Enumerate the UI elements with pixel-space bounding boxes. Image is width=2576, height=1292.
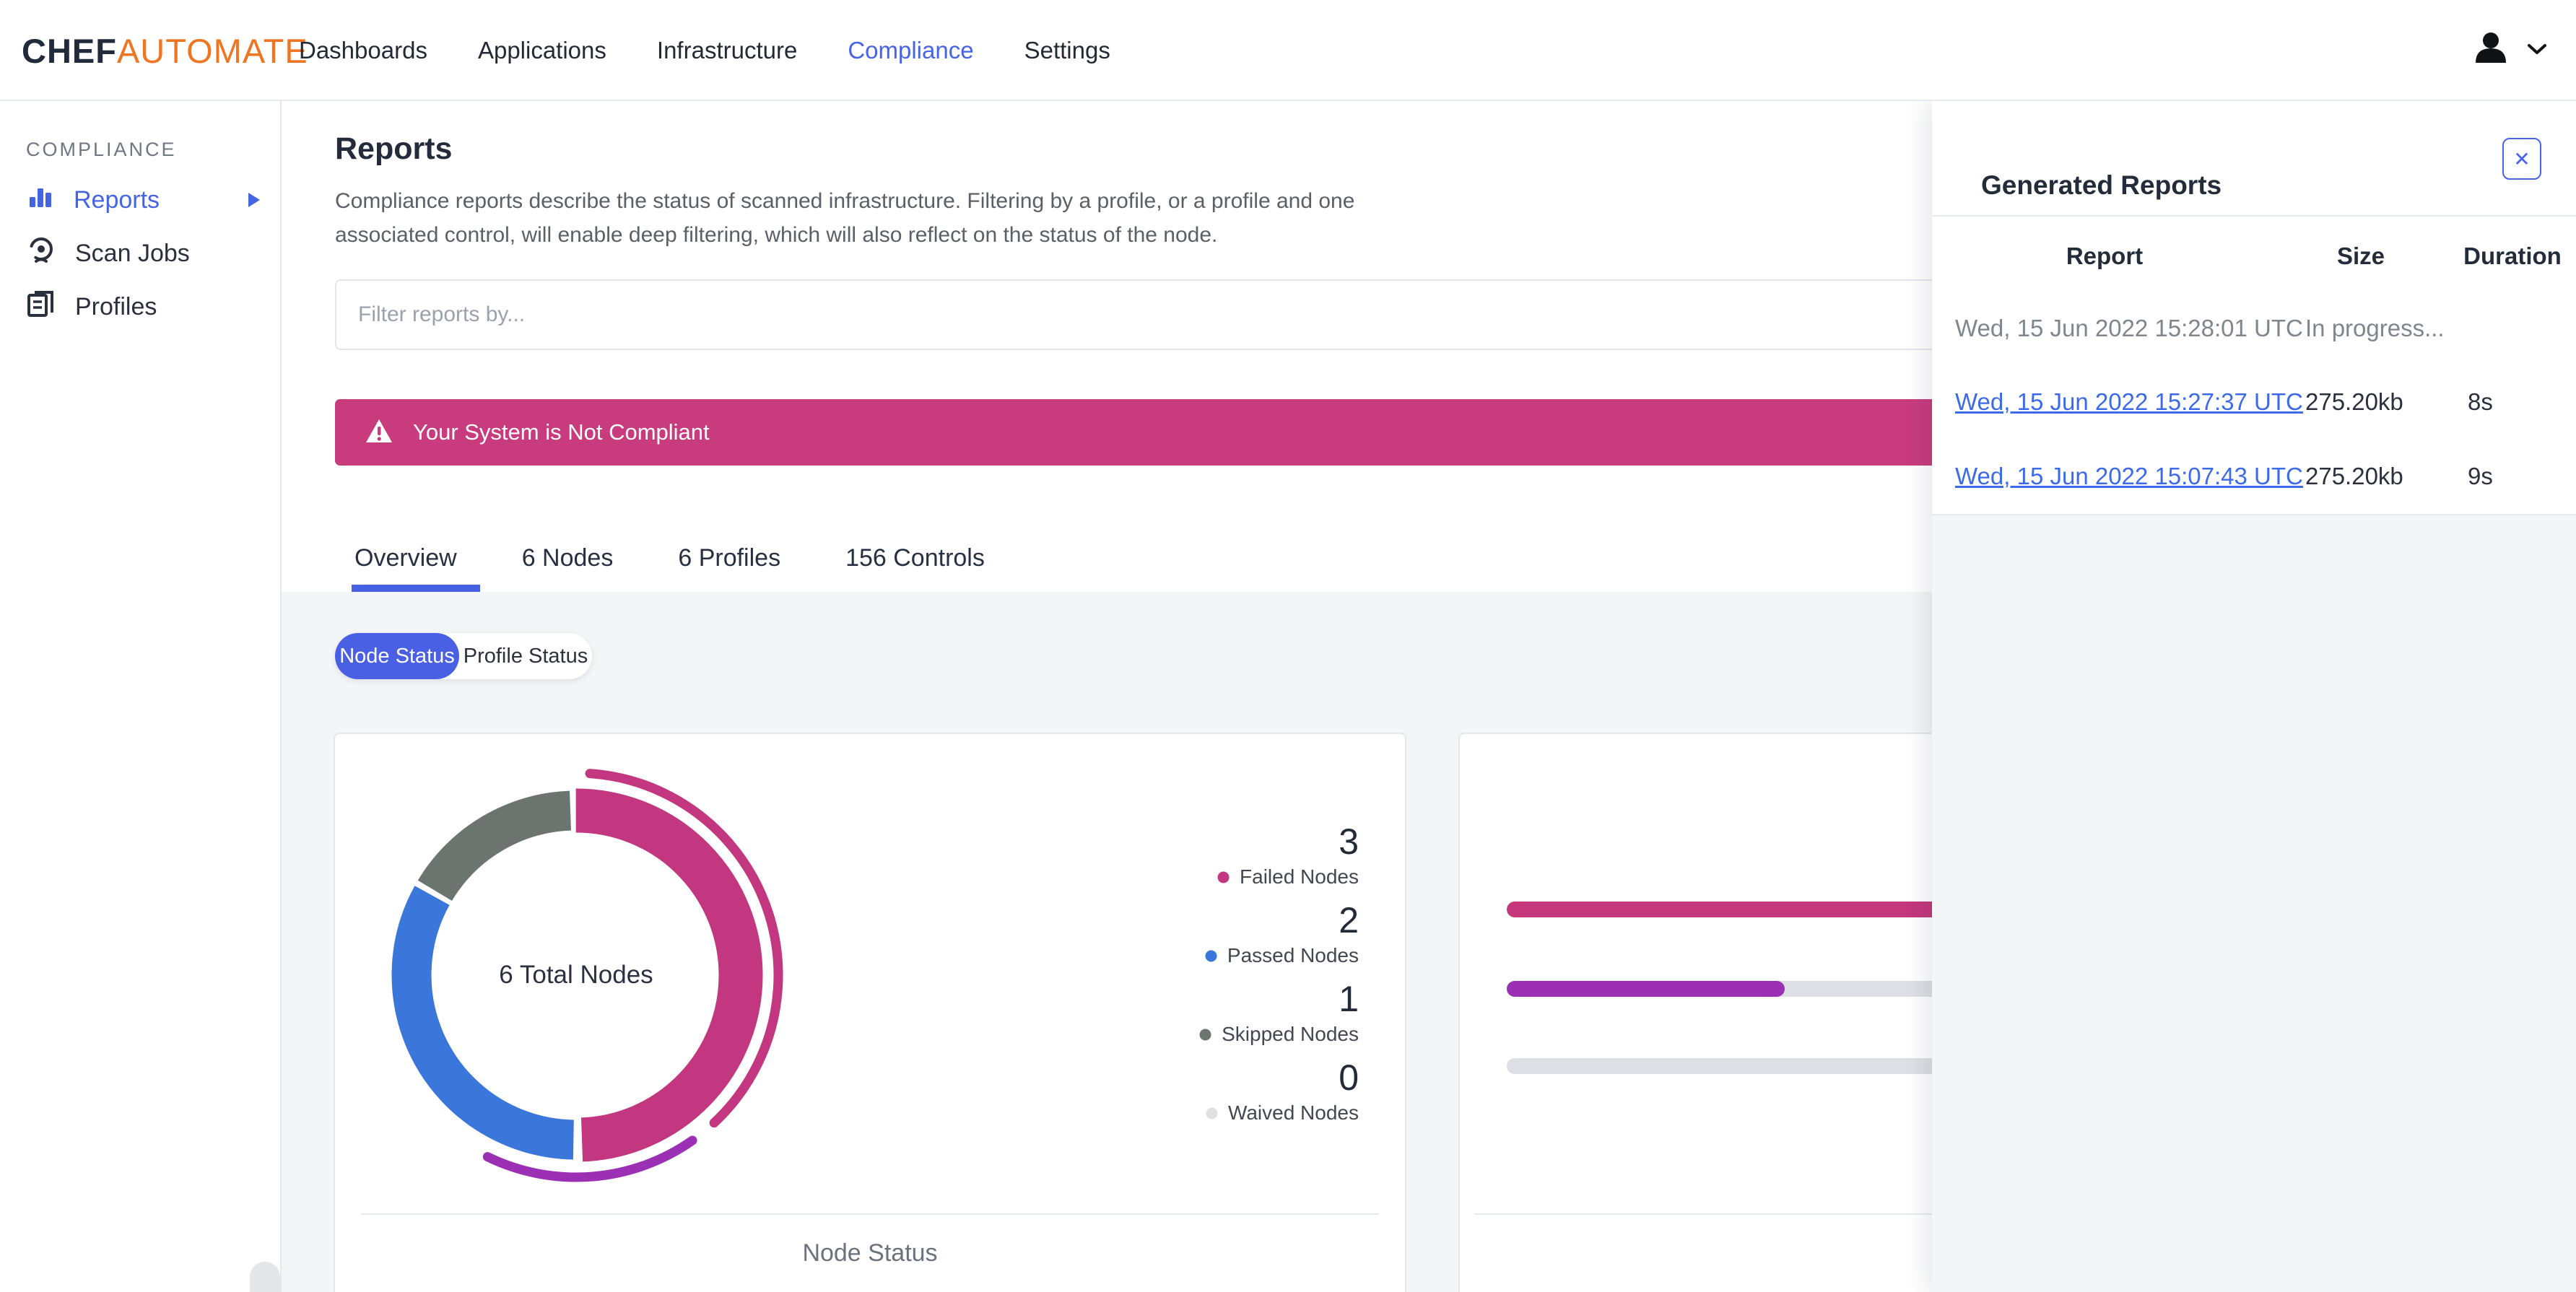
report-duration: 8s bbox=[2468, 388, 2493, 415]
skipped-count: 1 bbox=[1339, 979, 1359, 1019]
node-status-caption: Node Status bbox=[802, 1239, 938, 1267]
node-status-toggle-button[interactable]: Node Status bbox=[335, 633, 459, 679]
sidebar-item-label: Scan Jobs bbox=[75, 239, 190, 267]
tab-nodes[interactable]: 6 Nodes bbox=[522, 544, 614, 572]
sidebar-item-label: Profiles bbox=[75, 292, 157, 320]
sidebar-item-scan-jobs[interactable]: Scan Jobs bbox=[0, 227, 280, 280]
legend-dot-waived bbox=[1206, 1107, 1218, 1119]
donut-center-label: 6 Total Nodes bbox=[499, 961, 653, 989]
legend-dot-passed bbox=[1205, 950, 1217, 961]
report-date: Wed, 15 Jun 2022 15:28:01 UTC bbox=[1955, 315, 2303, 341]
nav-item-dashboards[interactable]: Dashboards bbox=[299, 37, 427, 64]
nav-item-applications[interactable]: Applications bbox=[478, 37, 606, 64]
report-tabs: Overview 6 Nodes 6 Profiles 156 Controls bbox=[354, 525, 985, 590]
main-nav: Dashboards Applications Infrastructure C… bbox=[299, 0, 1110, 101]
banner-text: Your System is Not Compliant bbox=[413, 419, 710, 445]
logo-chef-text: CHEF bbox=[22, 31, 117, 70]
node-status-donut-chart: 6 Total Nodes bbox=[367, 766, 786, 1184]
legend-entry-failed: 3 Failed Nodes bbox=[1217, 821, 1359, 890]
top-navbar: CHEF AUTOMATE Dashboards Applications Inf… bbox=[0, 0, 2576, 101]
generated-reports-panel: Generated Reports ✕ Report Size Duration… bbox=[1932, 101, 2576, 1292]
user-menu[interactable] bbox=[2471, 0, 2547, 101]
profile-status-toggle-button[interactable]: Profile Status bbox=[459, 633, 592, 679]
sidebar-item-profiles[interactable]: Profiles bbox=[0, 280, 280, 333]
card-divider bbox=[361, 1213, 1379, 1215]
report-download-link[interactable]: Wed, 15 Jun 2022 15:27:37 UTC bbox=[1955, 388, 2303, 416]
page-description: Compliance reports describe the status o… bbox=[335, 189, 1355, 247]
node-status-card: 6 Total Nodes 3 Failed Nodes 2 Passed No… bbox=[334, 733, 1406, 1292]
column-header-duration: Duration bbox=[2463, 243, 2562, 269]
bar-chart-icon bbox=[26, 183, 55, 218]
legend-dot-skipped bbox=[1199, 1029, 1211, 1040]
page-title: Reports bbox=[335, 131, 453, 166]
panel-empty-area bbox=[1932, 515, 2576, 1292]
legend-entry-skipped: 1 Skipped Nodes bbox=[1199, 978, 1359, 1047]
compliance-sidebar: COMPLIANCE Reports Scan Jobs Profiles bbox=[0, 101, 282, 1292]
logo-automate-text: AUTOMATE bbox=[116, 31, 308, 70]
chef-automate-logo[interactable]: CHEF AUTOMATE bbox=[22, 0, 308, 101]
sidebar-scrollbar-thumb[interactable] bbox=[250, 1262, 280, 1292]
legend-entry-passed: 2 Passed Nodes bbox=[1205, 899, 1359, 969]
report-size: 275.20kb bbox=[2305, 388, 2403, 415]
nav-item-compliance[interactable]: Compliance bbox=[848, 37, 973, 64]
radar-icon bbox=[26, 235, 56, 272]
column-header-report: Report bbox=[2066, 243, 2144, 269]
nav-item-infrastructure[interactable]: Infrastructure bbox=[657, 37, 797, 64]
close-icon: ✕ bbox=[2513, 147, 2531, 170]
app-root: CHEF AUTOMATE Dashboards Applications Inf… bbox=[0, 0, 2576, 1292]
sidebar-items: Reports Scan Jobs Profiles bbox=[0, 173, 280, 333]
legend-entry-waived: 0 Waived Nodes bbox=[1206, 1057, 1359, 1126]
legend-dot-failed bbox=[1217, 871, 1230, 883]
documents-icon bbox=[26, 289, 56, 326]
report-duration: 9s bbox=[2468, 463, 2493, 489]
arrow-right-icon bbox=[248, 193, 260, 207]
legend-label-skipped: Skipped Nodes bbox=[1222, 1023, 1359, 1045]
report-size: In progress... bbox=[2305, 315, 2445, 341]
close-panel-button[interactable]: ✕ bbox=[2502, 138, 2541, 180]
active-tab-underline bbox=[352, 585, 480, 592]
report-download-link[interactable]: Wed, 15 Jun 2022 15:07:43 UTC bbox=[1955, 463, 2303, 490]
sidebar-section-label: COMPLIANCE bbox=[26, 139, 177, 160]
report-size: 275.20kb bbox=[2305, 463, 2403, 489]
legend-label-waived: Waived Nodes bbox=[1227, 1101, 1359, 1124]
tab-controls[interactable]: 156 Controls bbox=[845, 544, 985, 572]
waived-count: 0 bbox=[1339, 1057, 1359, 1098]
panel-title: Generated Reports bbox=[1981, 170, 2222, 200]
panel-header-divider bbox=[1932, 215, 2576, 217]
warning-triangle-icon bbox=[365, 419, 393, 447]
chevron-down-icon bbox=[2527, 43, 2547, 59]
passed-count: 2 bbox=[1339, 900, 1359, 940]
legend-label-failed: Failed Nodes bbox=[1240, 865, 1359, 888]
legend-label-passed: Passed Nodes bbox=[1227, 944, 1359, 966]
person-icon bbox=[2471, 29, 2511, 73]
status-toggle: Node Status Profile Status bbox=[335, 633, 592, 679]
sidebar-item-label: Reports bbox=[74, 185, 160, 214]
nav-item-settings[interactable]: Settings bbox=[1024, 37, 1110, 64]
tab-profiles[interactable]: 6 Profiles bbox=[678, 544, 780, 572]
failed-count: 3 bbox=[1339, 821, 1359, 862]
column-header-size: Size bbox=[2336, 243, 2385, 269]
tab-overview[interactable]: Overview bbox=[354, 544, 457, 572]
sidebar-item-reports[interactable]: Reports bbox=[0, 173, 280, 227]
